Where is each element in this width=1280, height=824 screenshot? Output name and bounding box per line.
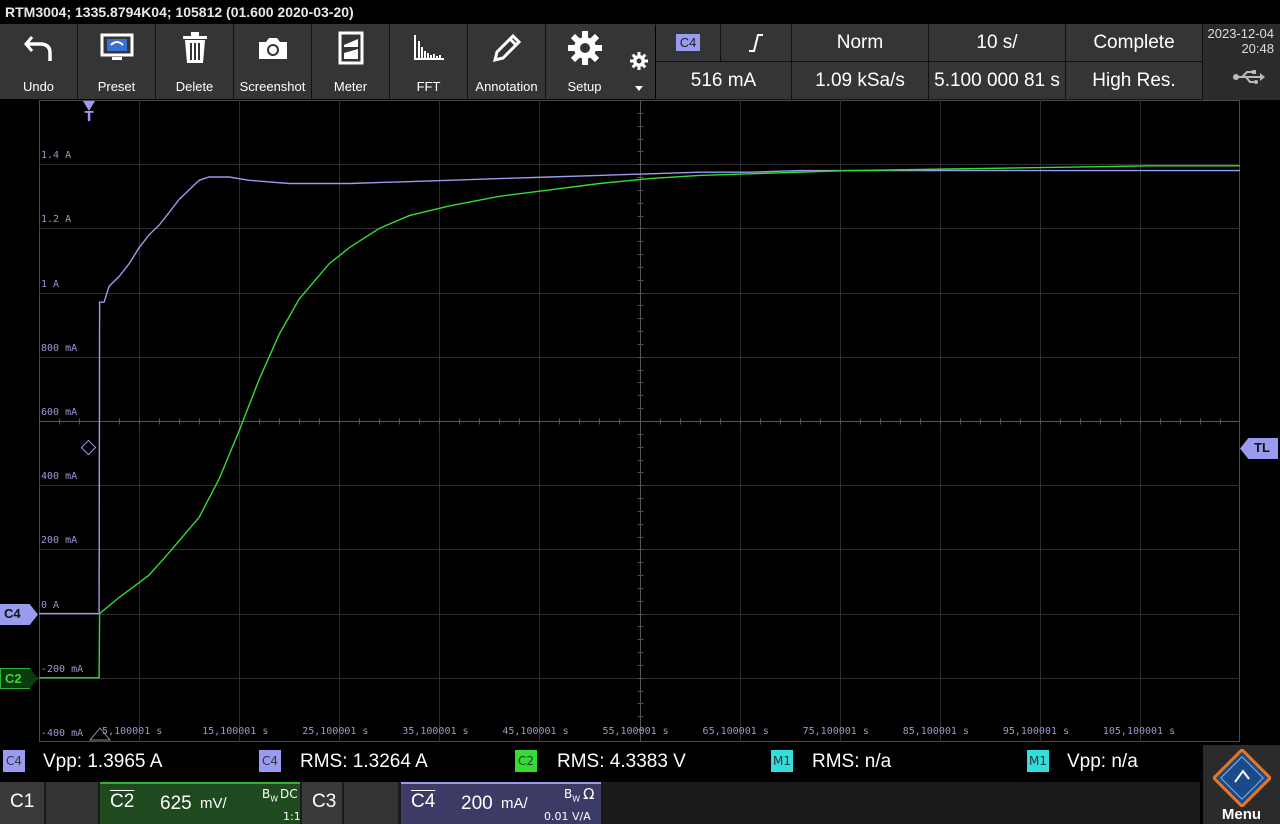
meas-source-badge: C2 (515, 750, 537, 772)
fft-button[interactable]: FFT (390, 24, 468, 99)
waveform-display[interactable] (39, 100, 1241, 743)
toolbar: Undo Preset Delete Screenshot Meter FFT (0, 24, 655, 100)
waveform-plot (39, 100, 1241, 743)
trigger-slope[interactable] (721, 24, 792, 62)
x-tick-label: 35,100001 s (402, 726, 469, 737)
camera-icon (234, 30, 311, 66)
meas-source-badge: C4 (259, 750, 281, 772)
instrument-id: RTM3004; 1335.8794K04; 105812 (01.600 20… (5, 4, 354, 20)
measurement-m1-vpp[interactable]: Vpp: n/a (1067, 751, 1138, 773)
quick-settings-button[interactable] (623, 24, 655, 99)
title-bar: RTM3004; 1335.8794K04; 105812 (01.600 20… (0, 0, 1280, 25)
trigger-position-marker[interactable]: T (82, 101, 96, 125)
x-tick-label: 45,100001 s (502, 726, 569, 737)
undo-button[interactable]: Undo (0, 24, 78, 99)
channel-c3-settings[interactable] (344, 782, 398, 824)
x-tick-label: 85,100001 s (902, 726, 969, 737)
x-tick-label: 5,100001 s (102, 726, 163, 737)
time: 20:48 (1241, 41, 1274, 56)
channel-c3-tab[interactable]: C3 (302, 782, 342, 824)
meter-icon (312, 30, 389, 66)
caret-down-icon (635, 86, 643, 91)
c2-marker-label: C2 (5, 671, 22, 686)
trigger-mode[interactable]: Norm (792, 24, 929, 62)
undo-icon (0, 30, 77, 66)
timebase-scale[interactable]: 10 s/ (929, 24, 1066, 62)
channel-c2-tab[interactable]: C2 625 mV/ BW DC 1:1 (100, 782, 301, 824)
screenshot-button[interactable]: Screenshot (234, 24, 312, 99)
meas-source-badge: C4 (3, 750, 25, 772)
x-tick-label: 75,100001 s (802, 726, 869, 737)
trigger-marker-label: T (84, 110, 94, 125)
trigger-level-label: TL (1254, 440, 1270, 455)
channel-c1-tab[interactable]: C1 (0, 782, 44, 824)
y-tick-label: 800 mA (41, 342, 78, 354)
acquisition-mode[interactable]: High Res. (1066, 62, 1203, 100)
x-tick-label: 105,100001 s (1102, 726, 1176, 737)
c2-ground-marker[interactable]: C2 (0, 668, 38, 689)
y-tick-label: -200 mA (41, 663, 84, 675)
c4-marker-label: C4 (4, 606, 21, 621)
channel-bar: C1 C2 625 mV/ BW DC 1:1 C3 C4 200 mA/ BW… (0, 782, 1200, 824)
trigger-level[interactable]: 516 mA (656, 62, 792, 100)
setup-button[interactable]: Setup (546, 24, 624, 99)
c2-scale: 625 (160, 793, 192, 814)
measurement-c2-rms[interactable]: RMS: 4.3383 V (557, 751, 686, 773)
c2-probe: 1:1 (283, 810, 301, 823)
measurement-c4-vpp[interactable]: Vpp: 1.3965 A (43, 751, 162, 773)
c4-ground-marker[interactable]: C4 (0, 604, 38, 625)
small-gear-icon (630, 52, 648, 74)
measurement-c4-rms[interactable]: RMS: 1.3264 A (300, 751, 428, 773)
datetime-panel: 2023-12-04 20:48 (1203, 24, 1280, 100)
rohde-schwarz-logo-icon (1211, 747, 1273, 811)
c4-coupling: Ω (583, 785, 595, 803)
x-tick-label: 25,100001 s (302, 726, 369, 737)
usb-icon (1232, 70, 1272, 87)
rising-edge-icon (749, 33, 763, 52)
y-tick-label: 1 A (41, 278, 60, 290)
c4-probe: 0.01 V/A (544, 810, 591, 823)
y-tick-label: 600 mA (41, 407, 78, 418)
timebase-position[interactable]: 5.100 000 81 s (929, 62, 1066, 100)
menu-label: Menu (1221, 806, 1262, 823)
trigger-source[interactable]: C4 (656, 24, 721, 62)
x-tick-label: 15,100001 s (202, 726, 269, 737)
measurement-bar: C4 Vpp: 1.3965 A C4 RMS: 1.3264 A C2 RMS… (0, 745, 1200, 781)
y-tick-label: 0 A (41, 599, 60, 611)
trace-c4 (39, 169, 1240, 615)
x-tick-label: 95,100001 s (1002, 726, 1070, 737)
measurement-m1-rms[interactable]: RMS: n/a (812, 751, 891, 773)
annotation-button[interactable]: Annotation (468, 24, 546, 99)
c4-scale: 200 (461, 793, 493, 814)
date: 2023-12-04 (1207, 26, 1275, 41)
y-tick-label: 1.4 A (41, 150, 72, 162)
pencil-icon (468, 30, 545, 66)
c2-coupling: DC (280, 787, 298, 801)
y-tick-label: 200 mA (41, 535, 78, 547)
channel-c1-settings[interactable] (46, 782, 98, 824)
sample-rate: 1.09 kSa/s (792, 62, 929, 100)
x-tick-label: 55,100001 s (602, 726, 669, 737)
meter-button[interactable]: Meter (312, 24, 390, 99)
y-tick-label: 1.2 A (41, 214, 72, 226)
meas-source-badge: M1 (1027, 750, 1049, 772)
y-tick-label: 400 mA (41, 471, 78, 483)
trash-icon (156, 30, 233, 66)
trigger-level-marker[interactable]: TL (1240, 438, 1278, 459)
c4-bandwidth: BW (564, 787, 581, 804)
y-tick-label: -400 mA (41, 728, 84, 739)
x-tick-label: 65,100001 s (702, 726, 769, 737)
channel-c4-tab[interactable]: C4 200 mA/ BW Ω 0.01 V/A (401, 782, 601, 824)
preset-icon (78, 30, 155, 66)
delete-button[interactable]: Delete (156, 24, 234, 99)
meas-source-badge: M1 (771, 750, 793, 772)
acquisition-state[interactable]: Complete (1066, 24, 1203, 62)
preset-button[interactable]: Preset (78, 24, 156, 99)
c2-bandwidth: BW (262, 787, 279, 804)
c4-unit: mA/ (501, 795, 528, 812)
fft-icon (390, 30, 467, 66)
gear-icon (546, 30, 623, 66)
c2-unit: mV/ (200, 795, 227, 812)
menu-button[interactable]: Menu (1203, 745, 1280, 824)
